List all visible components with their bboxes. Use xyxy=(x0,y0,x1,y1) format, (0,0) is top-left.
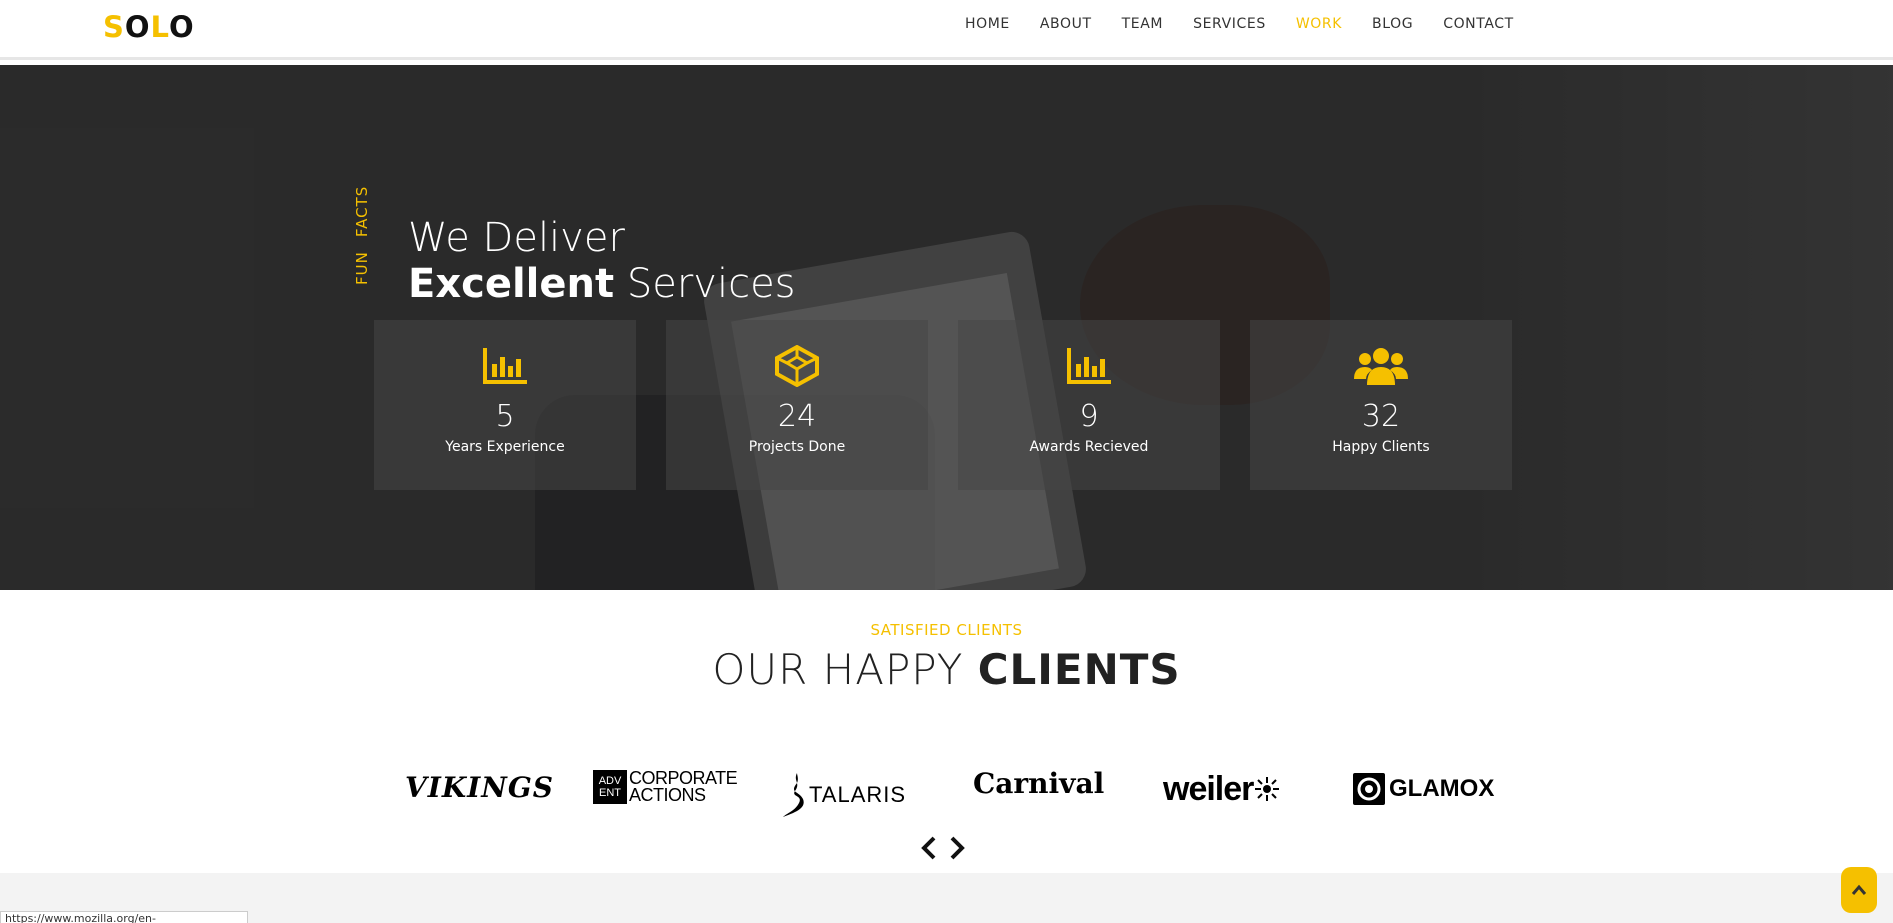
client-logo-vikings[interactable]: VIKINGS xyxy=(405,762,554,812)
stat-card-awards: 9 Awards Recieved xyxy=(958,320,1220,490)
weiler-sun-icon xyxy=(1255,777,1280,801)
stat-number: 24 xyxy=(777,399,817,434)
logo-letter-o-2: O xyxy=(169,10,195,44)
client-logo-advent[interactable]: ADV ENT CORPORATE ACTIONS xyxy=(593,762,738,812)
logo-letter-s: S xyxy=(103,10,125,44)
advent-box-text-1: ADV xyxy=(598,775,622,787)
clients-title-bold: CLIENTS xyxy=(977,645,1181,694)
nav-contact[interactable]: CONTACT xyxy=(1428,16,1529,32)
client-logo-weiler[interactable]: weiler xyxy=(1163,764,1280,814)
stat-card-clients: 32 Happy Clients xyxy=(1250,320,1512,490)
logo-letter-o: O xyxy=(124,10,151,44)
bar-chart-icon xyxy=(374,345,636,387)
carousel-nav xyxy=(918,834,968,862)
clients-title-light: OUR HAPPY xyxy=(712,645,978,694)
hero-title-bold: Excellent xyxy=(408,261,615,307)
hero-title-line1: We Deliver xyxy=(408,215,625,261)
browser-status-url: https://www.mozilla.org/en-US/firefox/ce… xyxy=(0,911,248,923)
stat-label: Happy Clients xyxy=(1332,439,1430,455)
stat-label: Projects Done xyxy=(748,439,846,455)
nav-services[interactable]: SERVICES xyxy=(1178,16,1281,32)
weiler-text: weiler xyxy=(1163,769,1254,808)
hero-title: We Deliver Excellent Services xyxy=(408,215,796,307)
next-section-band xyxy=(0,873,1893,923)
back-to-top-button[interactable] xyxy=(1841,867,1877,913)
nav-work[interactable]: WORK xyxy=(1281,16,1357,32)
glamox-text: GLAMOX xyxy=(1389,775,1495,802)
stat-number: 9 xyxy=(1079,399,1099,434)
nav-about[interactable]: ABOUT xyxy=(1025,16,1107,32)
vertical-label-fun: FUN xyxy=(353,251,371,285)
vertical-label-facts: FACTS xyxy=(353,185,371,238)
logo-letter-l: L xyxy=(150,10,169,44)
nav-team[interactable]: TEAM xyxy=(1107,16,1178,32)
client-logo-glamox[interactable]: GLAMOX xyxy=(1353,764,1494,814)
nav-home[interactable]: HOME xyxy=(950,16,1025,32)
clients-section: SATISFIED CLIENTS OUR HAPPY CLIENTS VIKI… xyxy=(0,590,1893,873)
clients-eyebrow: SATISFIED CLIENTS xyxy=(870,621,1023,639)
chevron-up-icon xyxy=(1851,884,1867,895)
site-header: SOLO HOME ABOUT TEAM SERVICES WORK BLOG … xyxy=(0,0,1893,60)
talaris-text: TALARIS xyxy=(809,782,907,807)
stat-label: Awards Recieved xyxy=(1029,439,1149,455)
glamox-mark-icon xyxy=(1353,773,1385,805)
carousel-next-button[interactable] xyxy=(946,834,968,862)
stat-card-years: 5 Years Experience xyxy=(374,320,636,490)
users-icon xyxy=(1250,345,1512,387)
client-logo-carnival[interactable]: Carnival xyxy=(973,758,1104,808)
stat-number: 32 xyxy=(1361,399,1401,434)
hero-title-line2: Excellent Services xyxy=(408,261,796,307)
client-logos-carousel: VIKINGS ADV ENT CORPORATE ACTIONS TALARIS … xyxy=(400,762,1500,817)
cube-icon xyxy=(666,345,928,387)
chevron-right-icon xyxy=(950,836,965,860)
stat-card-projects: 24 Projects Done xyxy=(666,320,928,490)
advent-text-line2: ACTIONS xyxy=(629,785,706,805)
fun-facts-section: FUN FACTS We Deliver Excellent Services 5… xyxy=(0,65,1893,590)
talaris-mark-icon xyxy=(783,773,804,817)
clients-title: OUR HAPPY CLIENTS xyxy=(0,645,1893,694)
stat-number: 5 xyxy=(495,399,515,434)
site-logo[interactable]: SOLO xyxy=(103,10,195,44)
client-logo-talaris[interactable]: TALARIS xyxy=(783,770,906,820)
stats-row: 5 Years Experience 24 Projects Done 9 Aw… xyxy=(374,320,1512,490)
bar-chart-icon xyxy=(958,345,1220,387)
advent-box-text-2: ENT xyxy=(599,787,621,799)
main-nav: HOME ABOUT TEAM SERVICES WORK BLOG CONTA… xyxy=(950,16,1529,32)
stat-label: Years Experience xyxy=(445,439,565,455)
chevron-left-icon xyxy=(921,836,936,860)
hero-title-rest: Services xyxy=(614,261,796,307)
carousel-prev-button[interactable] xyxy=(918,834,940,862)
advent-logo-text: CORPORATE ACTIONS xyxy=(629,769,738,805)
advent-logo-mark: ADV ENT xyxy=(593,770,627,804)
nav-blog[interactable]: BLOG xyxy=(1357,16,1428,32)
fun-facts-vertical-label: FUN FACTS xyxy=(353,172,371,285)
